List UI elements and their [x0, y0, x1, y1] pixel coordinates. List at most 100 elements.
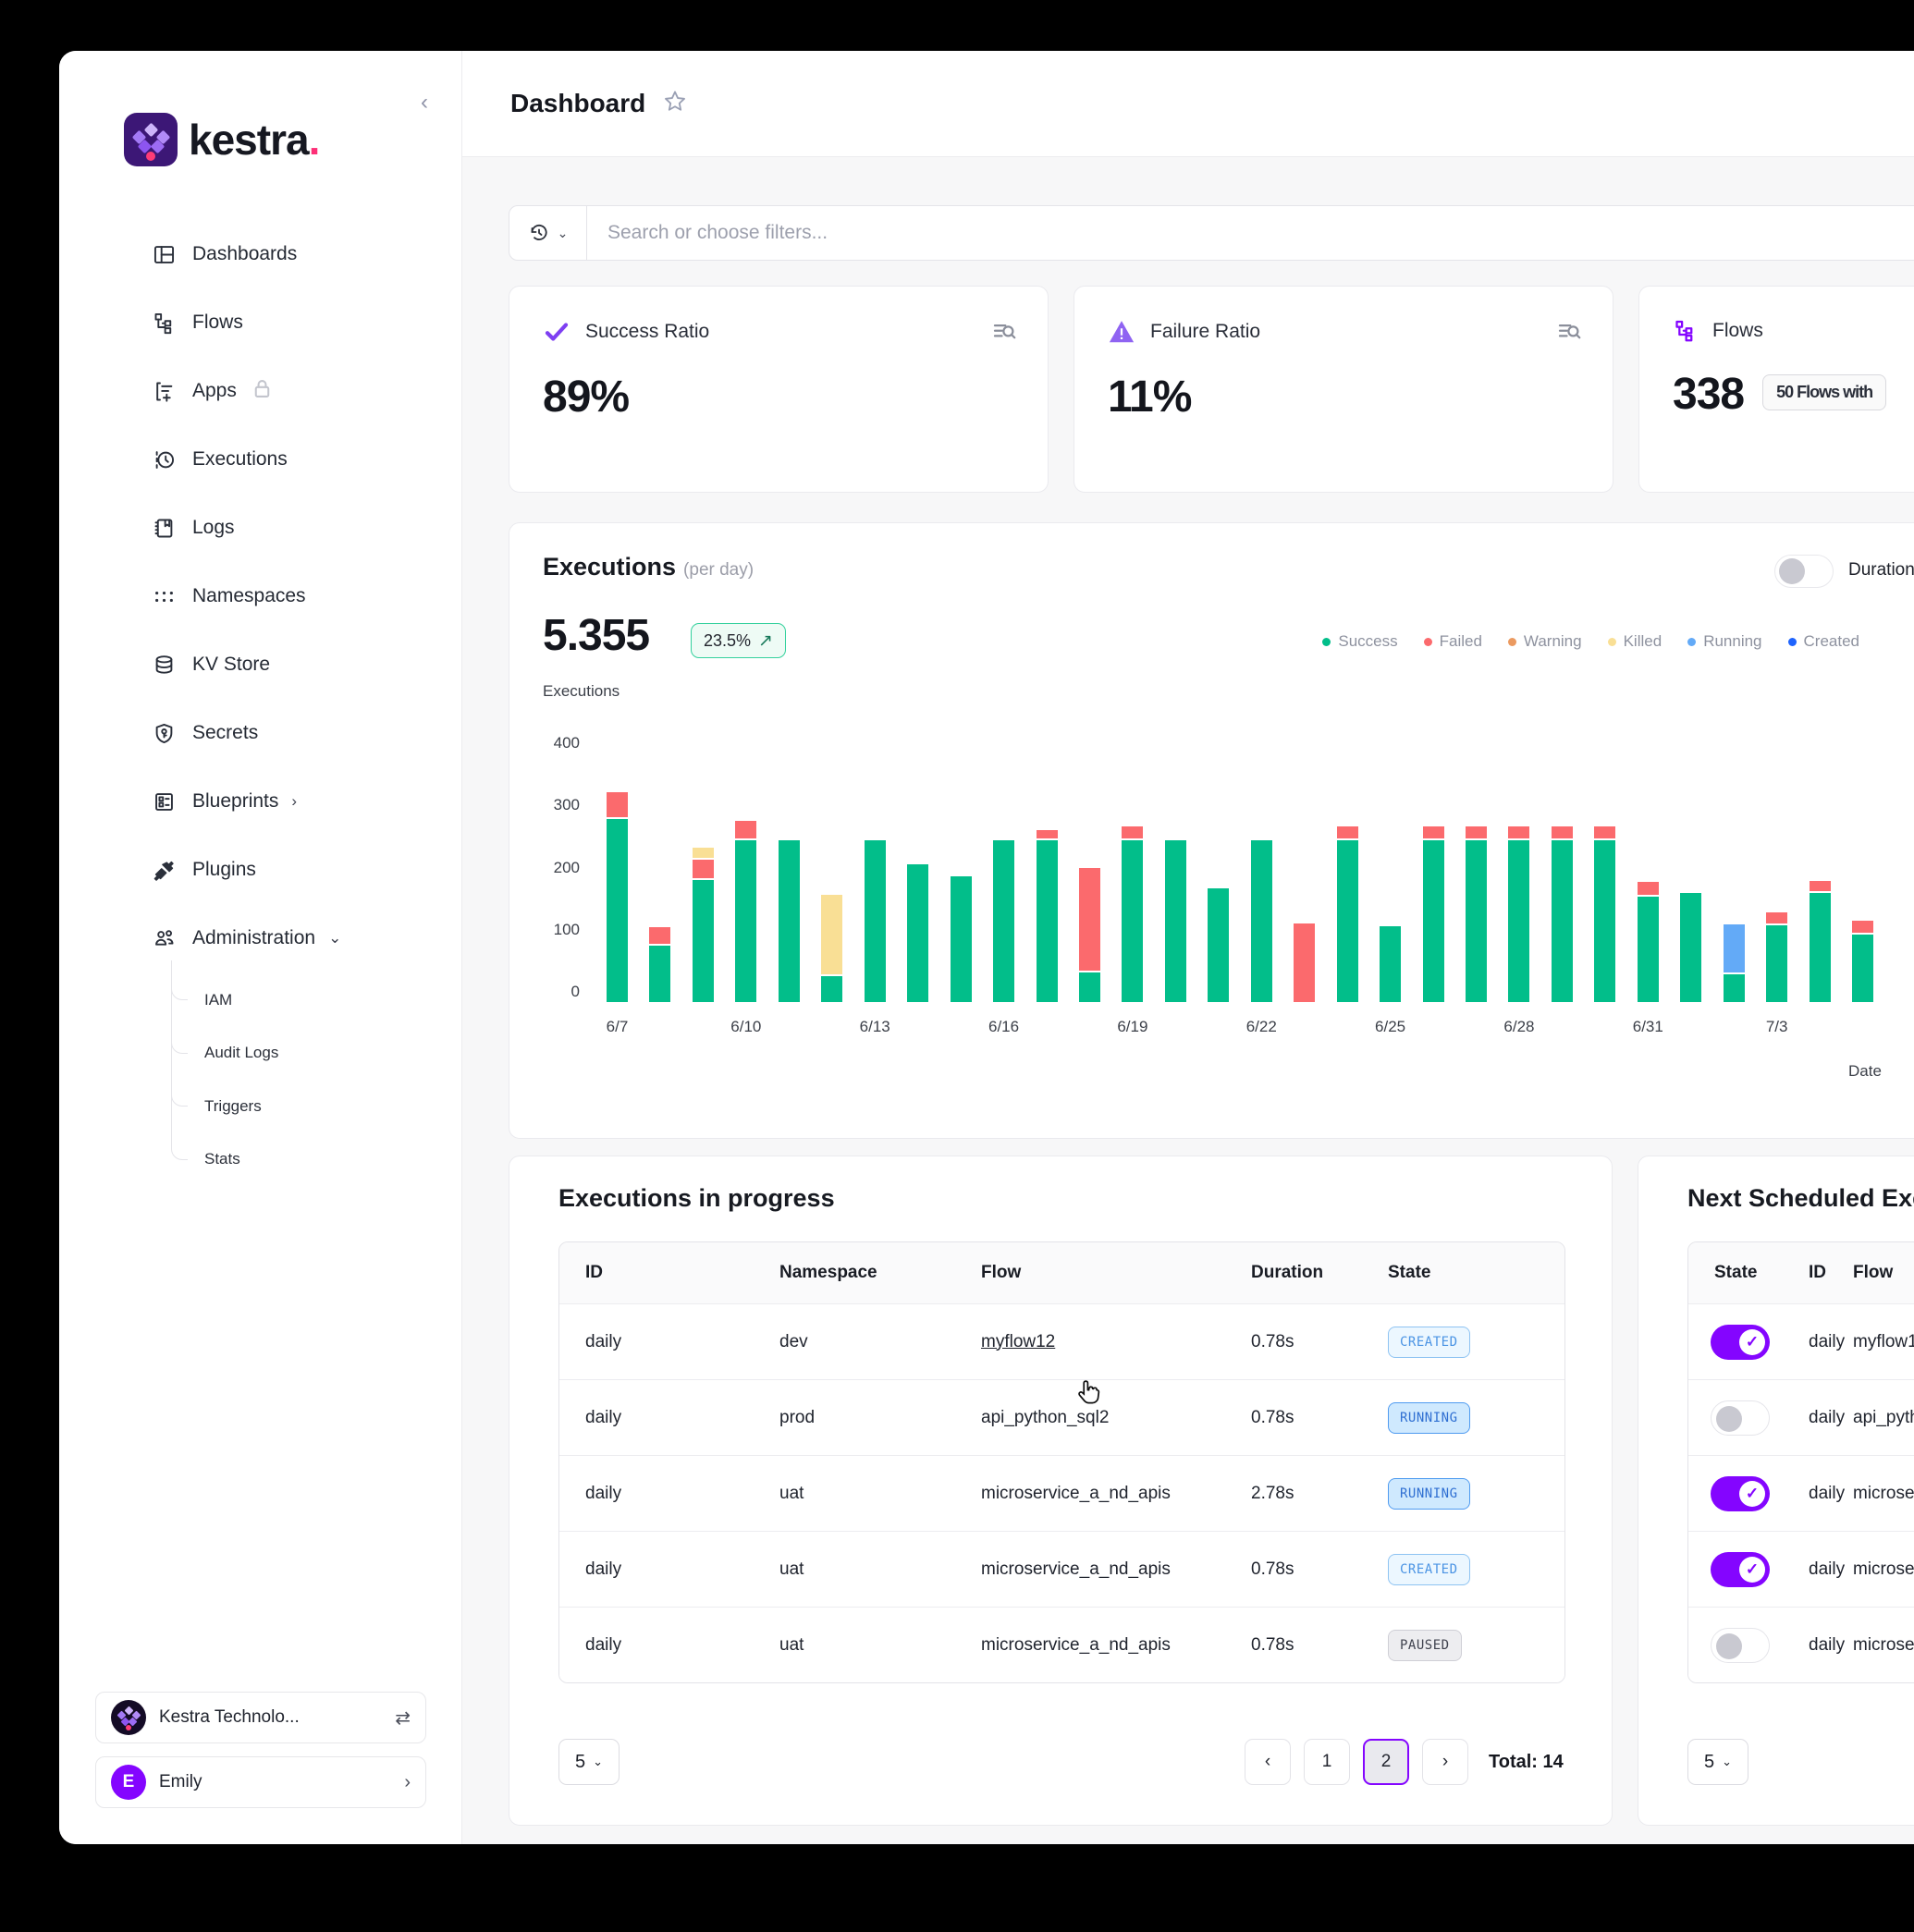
- search-input[interactable]: [587, 222, 1914, 244]
- bar-6/16[interactable]: [993, 840, 1014, 1002]
- list-search-icon[interactable]: [990, 318, 1018, 350]
- bar-6/13[interactable]: [865, 840, 886, 1002]
- legend-item-failed[interactable]: Failed: [1424, 632, 1482, 651]
- sidebar-subitem-stats[interactable]: Stats: [59, 1133, 461, 1186]
- sidebar-item-administration[interactable]: Administration⌄: [59, 904, 461, 972]
- cell-flow[interactable]: myflow12: [1853, 1332, 1914, 1352]
- legend-item-success[interactable]: Success: [1322, 632, 1397, 651]
- sidebar-item-label: Logs: [192, 517, 235, 539]
- sidebar-item-plugins[interactable]: Plugins: [59, 836, 461, 904]
- cell-id: daily: [585, 1559, 621, 1580]
- duration-toggle[interactable]: [1774, 555, 1834, 588]
- bar-7/1[interactable]: [1680, 893, 1701, 1002]
- flow-link[interactable]: microservice_a_nd_apis: [981, 1635, 1171, 1656]
- workspace-switcher[interactable]: Kestra Technolo... ⇄: [95, 1692, 426, 1743]
- next-scheduled-panel: Next Scheduled Executions StateIDFlow✓da…: [1638, 1156, 1914, 1826]
- sidebar-collapse-icon[interactable]: ‹: [421, 90, 428, 116]
- bar-6/14[interactable]: [907, 864, 928, 1002]
- cell-flow[interactable]: microservice_a_nd_apis: [1853, 1635, 1914, 1656]
- sidebar-item-apps[interactable]: Apps: [59, 357, 461, 425]
- legend-label: Failed: [1440, 632, 1482, 651]
- legend-item-created[interactable]: Created: [1788, 632, 1859, 651]
- legend-item-warning[interactable]: Warning: [1508, 632, 1582, 651]
- schedule-toggle-on[interactable]: ✓: [1711, 1552, 1770, 1587]
- flow-link[interactable]: myflow12: [981, 1332, 1055, 1352]
- bar-6/27[interactable]: [1466, 826, 1487, 1002]
- stat-card-title: Flows: [1712, 320, 1763, 342]
- legend-item-running[interactable]: Running: [1687, 632, 1761, 651]
- bar-6/10[interactable]: [735, 821, 756, 1002]
- bar-6/23[interactable]: [1294, 923, 1315, 1002]
- sidebar-item-blueprints[interactable]: Blueprints›: [59, 767, 461, 836]
- bar-6/9[interactable]: [693, 848, 714, 1002]
- legend-label: Killed: [1624, 632, 1662, 651]
- cell-flow[interactable]: microservice_a_nd_apis: [1853, 1484, 1914, 1504]
- cell-flow[interactable]: api_python_sql2: [1853, 1408, 1914, 1428]
- administration-icon: [152, 926, 177, 951]
- cell-duration: 2.78s: [1251, 1484, 1294, 1504]
- schedule-toggle-off[interactable]: [1711, 1628, 1770, 1663]
- prev-page-button[interactable]: ‹: [1245, 1739, 1291, 1785]
- sidebar-item-label: Flows: [192, 312, 243, 334]
- history-filter-button[interactable]: ⌄: [509, 206, 587, 260]
- bar-6/21[interactable]: [1208, 888, 1229, 1002]
- sidebar-item-kv-store[interactable]: KV Store: [59, 630, 461, 699]
- bar-6/24[interactable]: [1337, 826, 1358, 1002]
- bar-6/7[interactable]: [607, 792, 628, 1002]
- bar-7/3[interactable]: [1766, 912, 1787, 1002]
- page-button-2[interactable]: 2: [1363, 1739, 1409, 1785]
- schedule-toggle-on[interactable]: ✓: [1711, 1476, 1770, 1511]
- sidebar-item-executions[interactable]: Executions: [59, 425, 461, 494]
- bar-6/31[interactable]: [1638, 882, 1659, 1002]
- bar-7/2[interactable]: [1724, 924, 1745, 1002]
- workspace-swap-icon[interactable]: ⇄: [395, 1706, 411, 1730]
- cell-flow[interactable]: microservice_a_nd_apis: [1853, 1559, 1914, 1580]
- sidebar-subitem-audit-logs[interactable]: Audit Logs: [59, 1027, 461, 1080]
- bar-6/17[interactable]: [1037, 830, 1058, 1002]
- user-menu[interactable]: E Emily ›: [95, 1756, 426, 1808]
- bar-6/22[interactable]: [1251, 840, 1272, 1002]
- sidebar-item-dashboards[interactable]: Dashboards: [59, 220, 461, 288]
- sidebar-item-flows[interactable]: Flows: [59, 288, 461, 357]
- next-page-button[interactable]: ›: [1422, 1739, 1468, 1785]
- schedule-toggle-off[interactable]: [1711, 1400, 1770, 1436]
- page-size-select[interactable]: 5⌄: [558, 1739, 620, 1785]
- bar-7/4[interactable]: [1810, 881, 1831, 1002]
- bar-6/19[interactable]: [1122, 826, 1143, 1002]
- page-button-1[interactable]: 1: [1304, 1739, 1350, 1785]
- bar-6/29[interactable]: [1552, 826, 1573, 1002]
- legend-item-killed[interactable]: Killed: [1608, 632, 1662, 651]
- bar-7/5[interactable]: [1852, 921, 1873, 1002]
- x-tick-label: 6/28: [1490, 1018, 1549, 1036]
- sidebar-item-logs[interactable]: Logs: [59, 494, 461, 562]
- panel-title: Executions in progress: [558, 1184, 835, 1213]
- sidebar-item-secrets[interactable]: Secrets: [59, 699, 461, 767]
- favorite-star-icon[interactable]: [662, 89, 688, 119]
- bar-6/15[interactable]: [951, 876, 972, 1002]
- sidebar-subitem-triggers[interactable]: Triggers: [59, 1080, 461, 1132]
- bar-6/18[interactable]: [1079, 868, 1100, 1002]
- plugins-icon: [152, 858, 177, 883]
- tree-elbow: [171, 1014, 188, 1054]
- bar-segment-failed: [1638, 882, 1659, 894]
- bar-6/8[interactable]: [649, 927, 670, 1002]
- bar-6/11[interactable]: [779, 840, 800, 1002]
- schedule-toggle-on[interactable]: ✓: [1711, 1325, 1770, 1360]
- bar-6/26[interactable]: [1423, 826, 1444, 1002]
- bar-6/20[interactable]: [1165, 840, 1186, 1002]
- page-size-select[interactable]: 5⌄: [1687, 1739, 1748, 1785]
- legend-dot-icon: [1788, 638, 1797, 646]
- sidebar-subitem-iam[interactable]: IAM: [59, 973, 461, 1026]
- bar-6/25[interactable]: [1380, 926, 1401, 1002]
- sidebar-subitem-label: Audit Logs: [204, 1044, 278, 1062]
- user-name: Emily: [159, 1772, 404, 1792]
- list-search-icon[interactable]: [1555, 318, 1583, 350]
- sidebar-item-namespaces[interactable]: Namespaces: [59, 562, 461, 630]
- bar-segment-success: [1423, 840, 1444, 1002]
- bar-6/12[interactable]: [821, 895, 842, 1002]
- flow-link[interactable]: microservice_a_nd_apis: [981, 1559, 1171, 1580]
- chevron-right-icon: ›: [404, 1772, 411, 1793]
- bar-6/28[interactable]: [1508, 826, 1529, 1002]
- flow-link[interactable]: microservice_a_nd_apis: [981, 1484, 1171, 1504]
- bar-6/30[interactable]: [1594, 826, 1615, 1002]
